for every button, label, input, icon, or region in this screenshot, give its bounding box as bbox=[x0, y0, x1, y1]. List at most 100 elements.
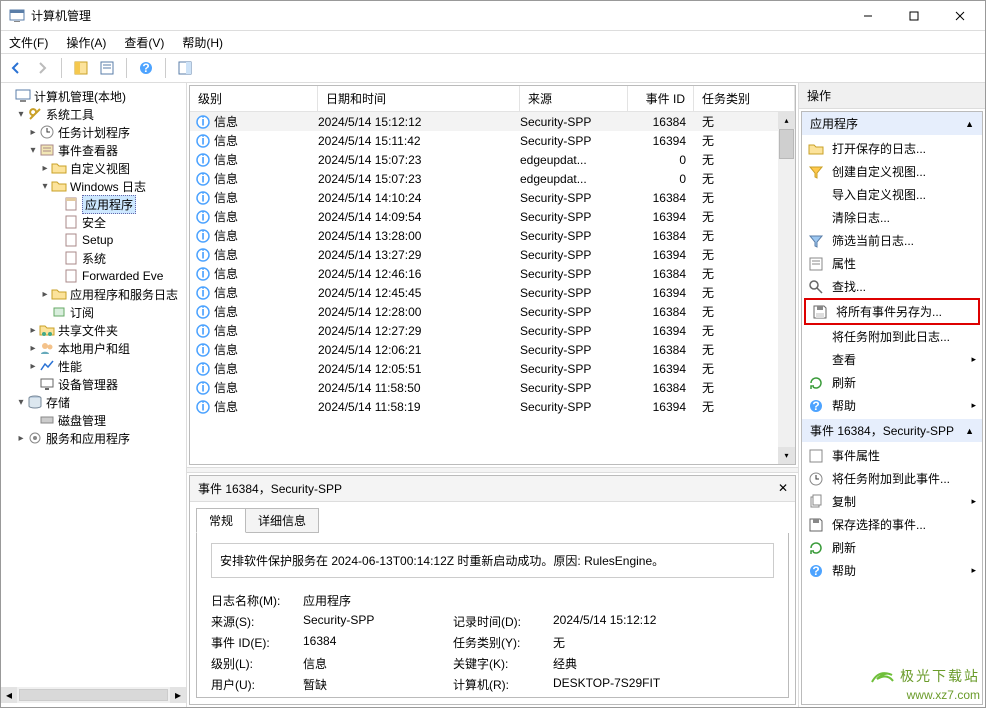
splitter[interactable] bbox=[187, 467, 798, 473]
tree-hscrollbar[interactable]: ◂▸ bbox=[1, 687, 186, 703]
action-copy[interactable]: 复制▸ bbox=[802, 490, 982, 513]
action-attach-task-to-log[interactable]: 将任务附加到此日志... bbox=[802, 325, 982, 348]
help-button[interactable]: ? bbox=[135, 57, 157, 79]
svg-text:i: i bbox=[201, 229, 204, 243]
event-source: Security-SPP bbox=[520, 286, 628, 300]
event-row[interactable]: i信息2024/5/14 12:05:51Security-SPP16394无 bbox=[190, 359, 795, 378]
tree-system-log[interactable]: 系统 bbox=[82, 250, 106, 267]
tree-device-manager[interactable]: 设备管理器 bbox=[58, 376, 118, 393]
event-row[interactable]: i信息2024/5/14 15:07:23edgeupdat...0无 bbox=[190, 169, 795, 188]
action-create-custom-view[interactable]: 创建自定义视图... bbox=[802, 160, 982, 183]
action-open-saved-log[interactable]: 打开保存的日志... bbox=[802, 137, 982, 160]
minimize-button[interactable] bbox=[845, 1, 891, 31]
event-datetime: 2024/5/14 11:58:50 bbox=[318, 381, 520, 395]
event-row[interactable]: i信息2024/5/14 13:27:29Security-SPP16394无 bbox=[190, 245, 795, 264]
tree-task-scheduler[interactable]: 任务计划程序 bbox=[58, 124, 130, 141]
event-datetime: 2024/5/14 12:46:16 bbox=[318, 267, 520, 281]
tab-general[interactable]: 常规 bbox=[196, 508, 246, 533]
close-button[interactable] bbox=[937, 1, 983, 31]
col-source[interactable]: 来源 bbox=[520, 86, 628, 111]
action-pane-button[interactable] bbox=[174, 57, 196, 79]
col-eventid[interactable]: 事件 ID bbox=[628, 86, 694, 111]
back-button[interactable] bbox=[5, 57, 27, 79]
tab-details[interactable]: 详细信息 bbox=[245, 508, 319, 533]
event-row[interactable]: i信息2024/5/14 15:11:42Security-SPP16394无 bbox=[190, 131, 795, 150]
action-refresh-2[interactable]: 刷新 bbox=[802, 536, 982, 559]
action-properties[interactable]: 属性 bbox=[802, 252, 982, 275]
app-icon bbox=[9, 8, 25, 24]
list-vscrollbar[interactable]: ▴▾ bbox=[778, 112, 795, 464]
action-find[interactable]: 查找... bbox=[802, 275, 982, 298]
event-source: Security-SPP bbox=[520, 381, 628, 395]
event-id: 16384 bbox=[628, 267, 694, 281]
properties-button[interactable] bbox=[96, 57, 118, 79]
detail-close-button[interactable]: ✕ bbox=[775, 480, 791, 496]
col-category[interactable]: 任务类别 bbox=[694, 86, 795, 111]
event-level: 信息 bbox=[214, 265, 238, 282]
value-user: 暂缺 bbox=[303, 676, 453, 693]
menu-help[interactable]: 帮助(H) bbox=[180, 33, 225, 52]
tree-windows-logs[interactable]: Windows 日志 bbox=[70, 178, 146, 195]
action-save-all-events-as[interactable]: 将所有事件另存为... bbox=[804, 298, 980, 325]
tree-disk-management[interactable]: 磁盘管理 bbox=[58, 412, 106, 429]
tree-app-service-logs[interactable]: 应用程序和服务日志 bbox=[70, 286, 178, 303]
svg-text:i: i bbox=[201, 400, 204, 414]
menu-action[interactable]: 操作(A) bbox=[64, 33, 108, 52]
action-help[interactable]: ?帮助▸ bbox=[802, 394, 982, 417]
col-datetime[interactable]: 日期和时间 bbox=[318, 86, 520, 111]
tree-application-log[interactable]: 应用程序 bbox=[82, 195, 136, 214]
clock-icon bbox=[39, 124, 55, 140]
col-level[interactable]: 级别 bbox=[190, 86, 318, 111]
event-row[interactable]: i信息2024/5/14 12:46:16Security-SPP16384无 bbox=[190, 264, 795, 283]
action-event-properties[interactable]: 事件属性 bbox=[802, 444, 982, 467]
tree-forwarded-events[interactable]: Forwarded Eve bbox=[82, 269, 163, 283]
action-import-custom-view[interactable]: 导入自定义视图... bbox=[802, 183, 982, 206]
event-id: 16384 bbox=[628, 343, 694, 357]
forward-button[interactable] bbox=[31, 57, 53, 79]
tree-system-tools[interactable]: 系统工具 bbox=[46, 106, 94, 123]
detail-title: 事件 16384，Security-SPP bbox=[190, 476, 795, 502]
svg-text:i: i bbox=[201, 134, 204, 148]
event-row[interactable]: i信息2024/5/14 11:58:19Security-SPP16394无 bbox=[190, 397, 795, 416]
tree-storage[interactable]: 存储 bbox=[46, 394, 70, 411]
menu-file[interactable]: 文件(F) bbox=[7, 33, 50, 52]
event-row[interactable]: i信息2024/5/14 14:09:54Security-SPP16394无 bbox=[190, 207, 795, 226]
event-row[interactable]: i信息2024/5/14 12:28:00Security-SPP16384无 bbox=[190, 302, 795, 321]
action-attach-task-to-event[interactable]: 将任务附加到此事件... bbox=[802, 467, 982, 490]
tree-local-users[interactable]: 本地用户和组 bbox=[58, 340, 130, 357]
action-filter-current-log[interactable]: 筛选当前日志... bbox=[802, 229, 982, 252]
tree-security-log[interactable]: 安全 bbox=[82, 214, 106, 231]
tree-shared-folders[interactable]: 共享文件夹 bbox=[58, 322, 118, 339]
tree-custom-views[interactable]: 自定义视图 bbox=[70, 160, 130, 177]
event-row[interactable]: i信息2024/5/14 12:27:29Security-SPP16394无 bbox=[190, 321, 795, 340]
event-level: 信息 bbox=[214, 113, 238, 130]
action-view[interactable]: 查看▸ bbox=[802, 348, 982, 371]
navigation-tree[interactable]: 计算机管理(本地) ▾系统工具 ▸任务计划程序 ▾事件查看器 ▸自定义视图 ▾W… bbox=[1, 83, 187, 707]
action-clear-log[interactable]: 清除日志... bbox=[802, 206, 982, 229]
tree-subscriptions[interactable]: 订阅 bbox=[70, 304, 94, 321]
event-row[interactable]: i信息2024/5/14 12:45:45Security-SPP16394无 bbox=[190, 283, 795, 302]
event-row[interactable]: i信息2024/5/14 11:58:50Security-SPP16384无 bbox=[190, 378, 795, 397]
event-row[interactable]: i信息2024/5/14 15:07:23edgeupdat...0无 bbox=[190, 150, 795, 169]
event-row[interactable]: i信息2024/5/14 14:10:24Security-SPP16384无 bbox=[190, 188, 795, 207]
event-row[interactable]: i信息2024/5/14 15:12:12Security-SPP16384无 bbox=[190, 112, 795, 131]
event-row[interactable]: i信息2024/5/14 12:06:21Security-SPP16384无 bbox=[190, 340, 795, 359]
show-hide-tree-button[interactable] bbox=[70, 57, 92, 79]
tree-event-viewer[interactable]: 事件查看器 bbox=[58, 142, 118, 159]
tree-services-apps[interactable]: 服务和应用程序 bbox=[46, 430, 130, 447]
tree-performance[interactable]: 性能 bbox=[58, 358, 82, 375]
copy-icon bbox=[808, 494, 824, 510]
actions-group-event[interactable]: 事件 16384，Security-SPP▲ bbox=[802, 419, 982, 442]
tree-root[interactable]: 计算机管理(本地) bbox=[34, 88, 126, 105]
log-icon bbox=[63, 250, 79, 266]
action-help-2[interactable]: ?帮助▸ bbox=[802, 559, 982, 582]
maximize-button[interactable] bbox=[891, 1, 937, 31]
svg-text:?: ? bbox=[142, 61, 149, 75]
actions-group-application[interactable]: 应用程序▲ bbox=[802, 112, 982, 135]
event-row[interactable]: i信息2024/5/14 13:28:00Security-SPP16384无 bbox=[190, 226, 795, 245]
action-save-selected-events[interactable]: 保存选择的事件... bbox=[802, 513, 982, 536]
event-id: 16394 bbox=[628, 400, 694, 414]
action-refresh[interactable]: 刷新 bbox=[802, 371, 982, 394]
tree-setup-log[interactable]: Setup bbox=[82, 233, 113, 247]
menu-view[interactable]: 查看(V) bbox=[122, 33, 166, 52]
